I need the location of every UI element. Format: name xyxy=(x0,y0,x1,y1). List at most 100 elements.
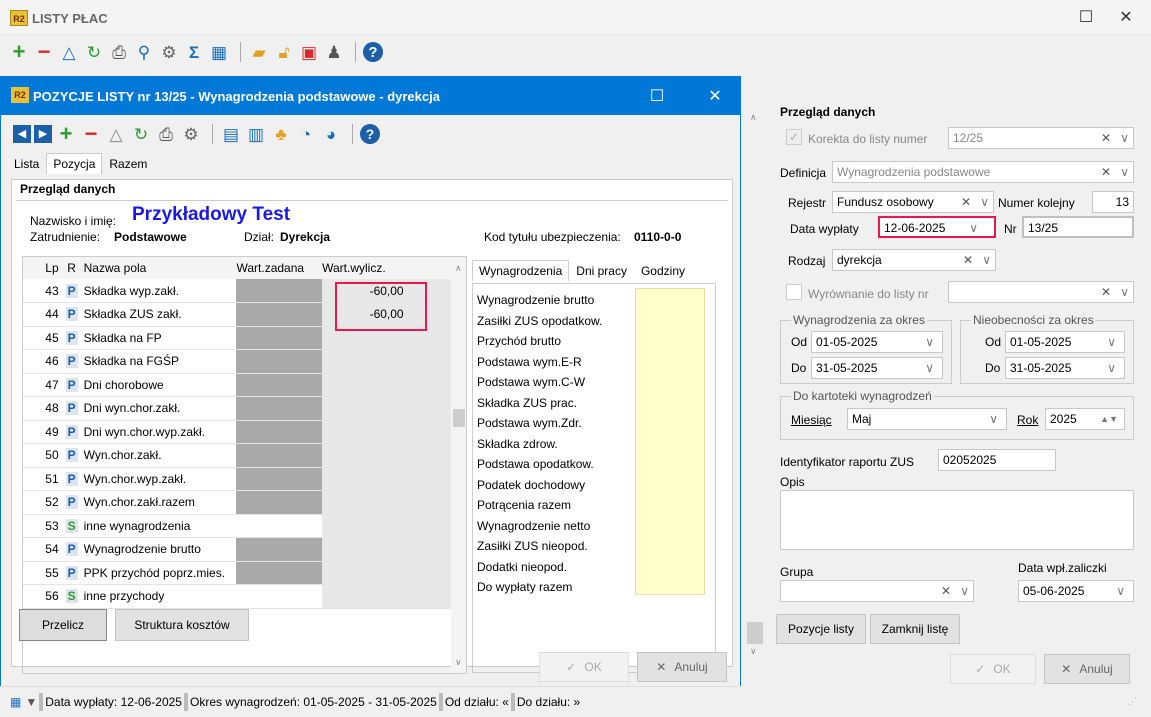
cost-structure-button[interactable]: Struktura kosztów xyxy=(115,609,249,641)
table-icon[interactable]: ▦ xyxy=(8,695,23,709)
dialog-ok-button[interactable]: ✓ OK xyxy=(539,652,629,682)
tab-lista[interactable]: Lista xyxy=(7,153,46,174)
table-row[interactable]: 55 P PPK przychód poprz.mies. xyxy=(23,561,451,585)
group-field[interactable]: ✕ ∨ xyxy=(780,580,974,602)
table-row[interactable]: 46 P Składka na FGŚP xyxy=(23,349,451,374)
table-row[interactable]: 52 P Wyn.chor.zakł.razem xyxy=(23,490,451,515)
grid-icon[interactable]: ▦ xyxy=(208,41,230,63)
table-row[interactable]: 48 P Dni wyn.chor.zakł. xyxy=(23,396,451,421)
resize-grip-icon[interactable]: ⋰ xyxy=(1128,696,1137,707)
search-icon[interactable]: ⚲ xyxy=(133,41,155,63)
row-set-value[interactable] xyxy=(236,396,323,421)
register-field[interactable]: Fundusz osobowy ✕ ∨ xyxy=(832,191,994,213)
help-icon[interactable]: ? xyxy=(360,124,380,144)
chevron-up-icon[interactable]: ∧ xyxy=(750,112,757,123)
sync-icon[interactable]: ◔ xyxy=(295,123,317,145)
settings-icon[interactable]: ⚙ xyxy=(158,41,180,63)
delta-icon[interactable]: △ xyxy=(105,123,127,145)
dialog-maximize-button[interactable]: ☐ xyxy=(637,83,677,109)
minus-icon[interactable]: − xyxy=(80,123,102,145)
month-field[interactable]: Maj ∨ xyxy=(847,408,1007,430)
report-icon[interactable]: ▤ xyxy=(220,123,242,145)
table-row[interactable]: 47 P Dni chorobowe xyxy=(23,373,451,397)
table-row[interactable]: 53 Sinne wynagrodzenia xyxy=(23,514,451,538)
row-set-value[interactable] xyxy=(236,490,323,515)
zus-field[interactable]: 02052025 xyxy=(938,449,1056,471)
row-set-value[interactable] xyxy=(236,302,323,327)
row-set-value[interactable] xyxy=(236,326,323,350)
row-set-value[interactable] xyxy=(236,584,323,609)
chevron-down-icon[interactable]: ∨ xyxy=(455,657,462,668)
row-set-value[interactable] xyxy=(236,467,323,491)
right-ok-button[interactable]: ✓ OK xyxy=(950,654,1036,684)
delta-icon[interactable]: △ xyxy=(58,41,80,63)
plus-icon[interactable]: + xyxy=(8,41,30,63)
correction-field[interactable]: 12/25 ✕ ∨ xyxy=(948,127,1134,149)
table-row[interactable]: 50 P Wyn.chor.zakł. xyxy=(23,443,451,468)
sum-icon[interactable]: Σ xyxy=(183,41,205,63)
settings-icon[interactable]: ⚙ xyxy=(180,123,202,145)
grid-scrollbar[interactable]: ∧ ∨ xyxy=(451,257,466,673)
row-set-value[interactable] xyxy=(236,373,323,397)
tab-pozycja[interactable]: Pozycja xyxy=(46,153,103,174)
recalc-button[interactable]: Przelicz xyxy=(19,609,107,641)
abs-to-field[interactable]: 31-05-2025 ∨ xyxy=(1005,357,1125,379)
tab-razem[interactable]: Razem xyxy=(102,153,154,174)
equalize-field[interactable]: ✕ ∨ xyxy=(948,281,1134,303)
sequence-field[interactable]: 13 xyxy=(1092,191,1134,213)
col-lp[interactable]: Lp xyxy=(23,257,63,279)
close-button[interactable]: ✕ xyxy=(1106,4,1146,30)
wages-from-field[interactable]: 01-05-2025 ∨ xyxy=(811,331,943,353)
col-calc[interactable]: Wart.wylicz. xyxy=(322,257,412,279)
paydate-field[interactable]: 12-06-2025 ∨ xyxy=(878,216,996,238)
nr-field[interactable]: 13/25 xyxy=(1022,216,1134,238)
print-icon[interactable]: ⎙ xyxy=(108,41,130,63)
prev-icon[interactable]: ◀ xyxy=(13,125,31,143)
equalize-checkbox[interactable] xyxy=(786,284,802,300)
scroll-thumb[interactable] xyxy=(747,622,763,644)
col-name[interactable]: Nazwa pola xyxy=(81,257,237,279)
grid-scroll-thumb[interactable] xyxy=(453,409,465,427)
row-set-value[interactable] xyxy=(236,279,323,303)
plus-icon[interactable]: + xyxy=(55,123,77,145)
tab-wynagrodzenia[interactable]: Wynagrodzenia xyxy=(472,260,570,281)
help-icon[interactable]: ? xyxy=(363,42,383,62)
users-icon[interactable]: ♟ xyxy=(323,41,345,63)
wages-to-field[interactable]: 31-05-2025 ∨ xyxy=(811,357,943,379)
export-icon[interactable]: ▣ xyxy=(298,41,320,63)
close-list-button[interactable]: Zamknij listę xyxy=(870,614,960,644)
next-icon[interactable]: ▶ xyxy=(34,125,52,143)
tab-dni-pracy[interactable]: Dni pracy xyxy=(569,260,634,281)
list-items-button[interactable]: Pozycje listy xyxy=(776,614,866,644)
right-cancel-button[interactable]: ✕ Anuluj xyxy=(1044,654,1130,684)
abs-from-field[interactable]: 01-05-2025 ∨ xyxy=(1005,331,1125,353)
maximize-button[interactable]: ☐ xyxy=(1066,4,1106,30)
row-set-value[interactable] xyxy=(236,537,323,562)
definition-field[interactable]: Wynagrodzenia podstawowe ✕ ∨ xyxy=(832,161,1134,183)
refresh-icon[interactable]: ↻ xyxy=(83,41,105,63)
refresh-icon[interactable]: ↻ xyxy=(130,123,152,145)
minus-icon[interactable]: − xyxy=(33,41,55,63)
row-set-value[interactable] xyxy=(236,349,323,374)
kind-field[interactable]: dyrekcja ✕ ∨ xyxy=(832,249,996,271)
dialog-cancel-button[interactable]: ✕ Anuluj xyxy=(637,652,727,682)
report2-icon[interactable]: ▥ xyxy=(245,123,267,145)
right-scrollbar[interactable]: ∧ ∨ xyxy=(744,100,768,660)
row-set-value[interactable] xyxy=(236,514,323,538)
row-set-value[interactable] xyxy=(236,443,323,468)
dialog-close-button[interactable]: ✕ xyxy=(695,83,735,109)
users-remove-icon[interactable]: ♣ xyxy=(270,123,292,145)
folder-icon[interactable]: ▰ xyxy=(248,41,270,63)
chevron-up-icon[interactable]: ∧ xyxy=(455,263,462,274)
correction-checkbox[interactable]: ✓ xyxy=(786,129,802,145)
table-row[interactable]: 54 P Wynagrodzenie brutto xyxy=(23,537,451,562)
print-icon[interactable]: ⎙ xyxy=(155,123,177,145)
col-set[interactable]: Wart.zadana xyxy=(236,257,322,279)
filter-icon[interactable]: ▼ xyxy=(23,695,39,709)
row-set-value[interactable] xyxy=(236,420,323,444)
unlock-icon[interactable]: 🔓︎ xyxy=(273,41,295,63)
tab-godziny[interactable]: Godziny xyxy=(634,260,692,281)
desc-field[interactable] xyxy=(780,490,1134,550)
chevron-down-icon[interactable]: ∨ xyxy=(750,646,757,657)
col-r[interactable]: R xyxy=(63,257,81,279)
